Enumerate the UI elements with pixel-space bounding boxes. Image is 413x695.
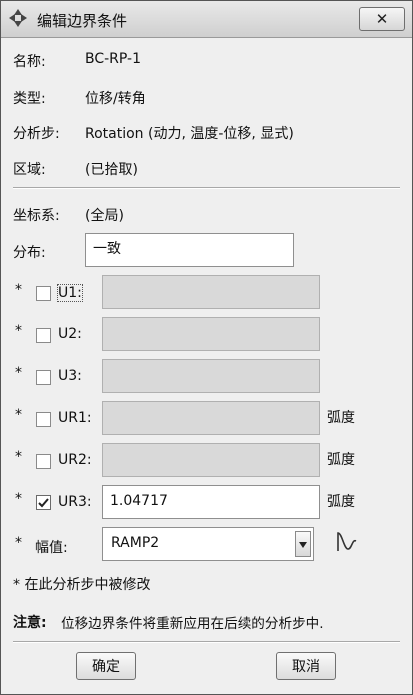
required-star: * <box>15 282 22 298</box>
name-value: BC-RP-1 <box>85 51 142 67</box>
dialog-title: 编辑边界条件 <box>37 12 128 30</box>
csys-label: 坐标系: <box>13 208 60 224</box>
name-label: 名称: <box>13 54 46 70</box>
ur3-field[interactable]: 1.04717 <box>102 485 320 519</box>
notice-label: 注意: <box>13 615 47 631</box>
distribution-value: 一致 <box>93 241 121 257</box>
distribution-label: 分布: <box>13 245 46 261</box>
u3-checkbox[interactable] <box>36 370 51 385</box>
ur2-unit: 弧度 <box>327 452 355 468</box>
ur2-checkbox[interactable] <box>36 454 51 469</box>
cancel-button[interactable]: 取消 <box>276 652 336 680</box>
distribution-field[interactable]: 一致 <box>85 233 294 267</box>
region-value: (已拾取) <box>85 162 138 178</box>
step-label: 分析步: <box>13 126 60 142</box>
ur3-checkbox[interactable] <box>36 495 51 510</box>
region-label: 区域: <box>13 162 46 178</box>
close-button[interactable]: ✕ <box>359 7 405 31</box>
title-bar[interactable]: 编辑边界条件 ✕ <box>1 1 412 38</box>
required-star: * <box>15 365 22 381</box>
ur2-field[interactable] <box>102 443 320 477</box>
boundary-condition-icon <box>9 9 27 27</box>
u2-label: U2: <box>58 326 82 342</box>
u2-field[interactable] <box>102 317 320 351</box>
required-star: * <box>15 323 22 339</box>
amplitude-select[interactable]: RAMP2 <box>102 527 314 561</box>
ur1-checkbox[interactable] <box>36 412 51 427</box>
separator <box>13 187 400 189</box>
ur1-field[interactable] <box>102 401 320 435</box>
ur3-value: 1.04717 <box>110 493 168 509</box>
chevron-down-icon[interactable] <box>295 531 311 557</box>
u3-field[interactable] <box>102 359 320 393</box>
step-value: Rotation (动力, 温度-位移, 显式) <box>85 126 294 142</box>
ur3-unit: 弧度 <box>327 494 355 510</box>
close-icon: ✕ <box>375 10 389 28</box>
u3-label: U3: <box>58 368 82 384</box>
required-star: * <box>15 491 22 507</box>
ok-button[interactable]: 确定 <box>76 652 136 680</box>
checkmark-icon <box>38 498 49 508</box>
ur2-label: UR2: <box>58 452 92 468</box>
ur3-label: UR3: <box>58 494 92 510</box>
ur1-label: UR1: <box>58 410 92 426</box>
notice-text: 位移边界条件将重新应用在后续的分析步中. <box>61 616 324 632</box>
modified-note: * 在此分析步中被修改 <box>13 577 151 593</box>
u2-checkbox[interactable] <box>36 328 51 343</box>
separator <box>13 641 400 643</box>
csys-value: (全局) <box>85 208 124 224</box>
type-value: 位移/转角 <box>85 91 146 107</box>
amplitude-value: RAMP2 <box>111 535 160 551</box>
u1-checkbox[interactable] <box>36 286 51 301</box>
required-star: * <box>15 449 22 465</box>
required-star: * <box>15 407 22 423</box>
type-label: 类型: <box>13 91 46 107</box>
amplitude-label: 幅值: <box>35 540 68 556</box>
edit-boundary-condition-dialog: 编辑边界条件 ✕ 名称: BC-RP-1 类型: 位移/转角 分析步: Rota… <box>0 0 413 695</box>
amplitude-curve-icon[interactable] <box>334 529 360 555</box>
required-star: * <box>15 535 22 551</box>
u1-label: U1: <box>57 284 83 302</box>
ur1-unit: 弧度 <box>327 410 355 426</box>
u1-field[interactable] <box>102 275 320 309</box>
